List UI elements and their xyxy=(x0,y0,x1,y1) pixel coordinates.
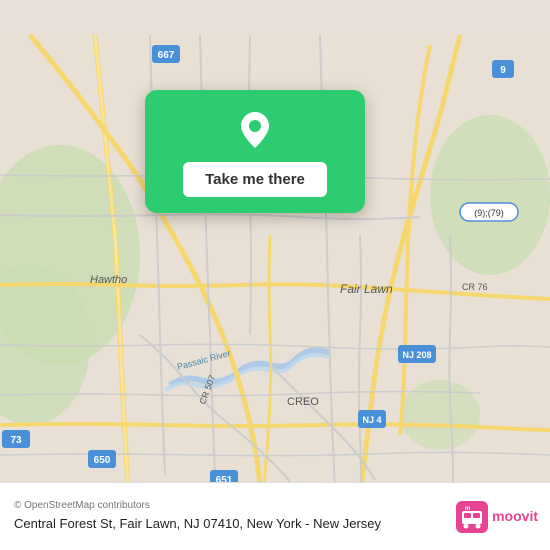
svg-text:CREO: CREO xyxy=(287,396,319,408)
svg-text:NJ 4: NJ 4 xyxy=(362,415,381,425)
svg-text:9: 9 xyxy=(500,65,506,76)
address-text: Central Forest St, Fair Lawn, NJ 07410, … xyxy=(14,515,381,533)
svg-text:CR 76: CR 76 xyxy=(462,282,488,292)
moovit-brand-name: moovit xyxy=(492,508,538,525)
bottom-left-info: © OpenStreetMap contributors Central For… xyxy=(14,500,381,533)
svg-text:73: 73 xyxy=(10,435,22,446)
moovit-icon: m xyxy=(456,501,488,533)
map-container: 667 9 (9);(79) 73 650 651 NJ 20 NJ 208 N… xyxy=(0,0,550,550)
svg-text:Hawtho: Hawtho xyxy=(90,274,127,286)
svg-text:(9);(79): (9);(79) xyxy=(474,208,504,218)
moovit-logo: m moovit xyxy=(456,501,538,533)
moovit-text: moovit xyxy=(492,508,538,525)
svg-text:m: m xyxy=(465,506,470,512)
take-me-there-button[interactable]: Take me there xyxy=(183,162,327,197)
copyright-text: © OpenStreetMap contributors xyxy=(14,500,381,511)
svg-text:Fair Lawn: Fair Lawn xyxy=(340,282,393,296)
location-pin-icon xyxy=(233,108,277,152)
popup-card: Take me there xyxy=(145,90,365,213)
svg-text:650: 650 xyxy=(94,455,111,466)
bottom-bar: © OpenStreetMap contributors Central For… xyxy=(0,482,550,550)
svg-text:NJ 208: NJ 208 xyxy=(402,350,431,360)
svg-text:667: 667 xyxy=(158,50,175,61)
